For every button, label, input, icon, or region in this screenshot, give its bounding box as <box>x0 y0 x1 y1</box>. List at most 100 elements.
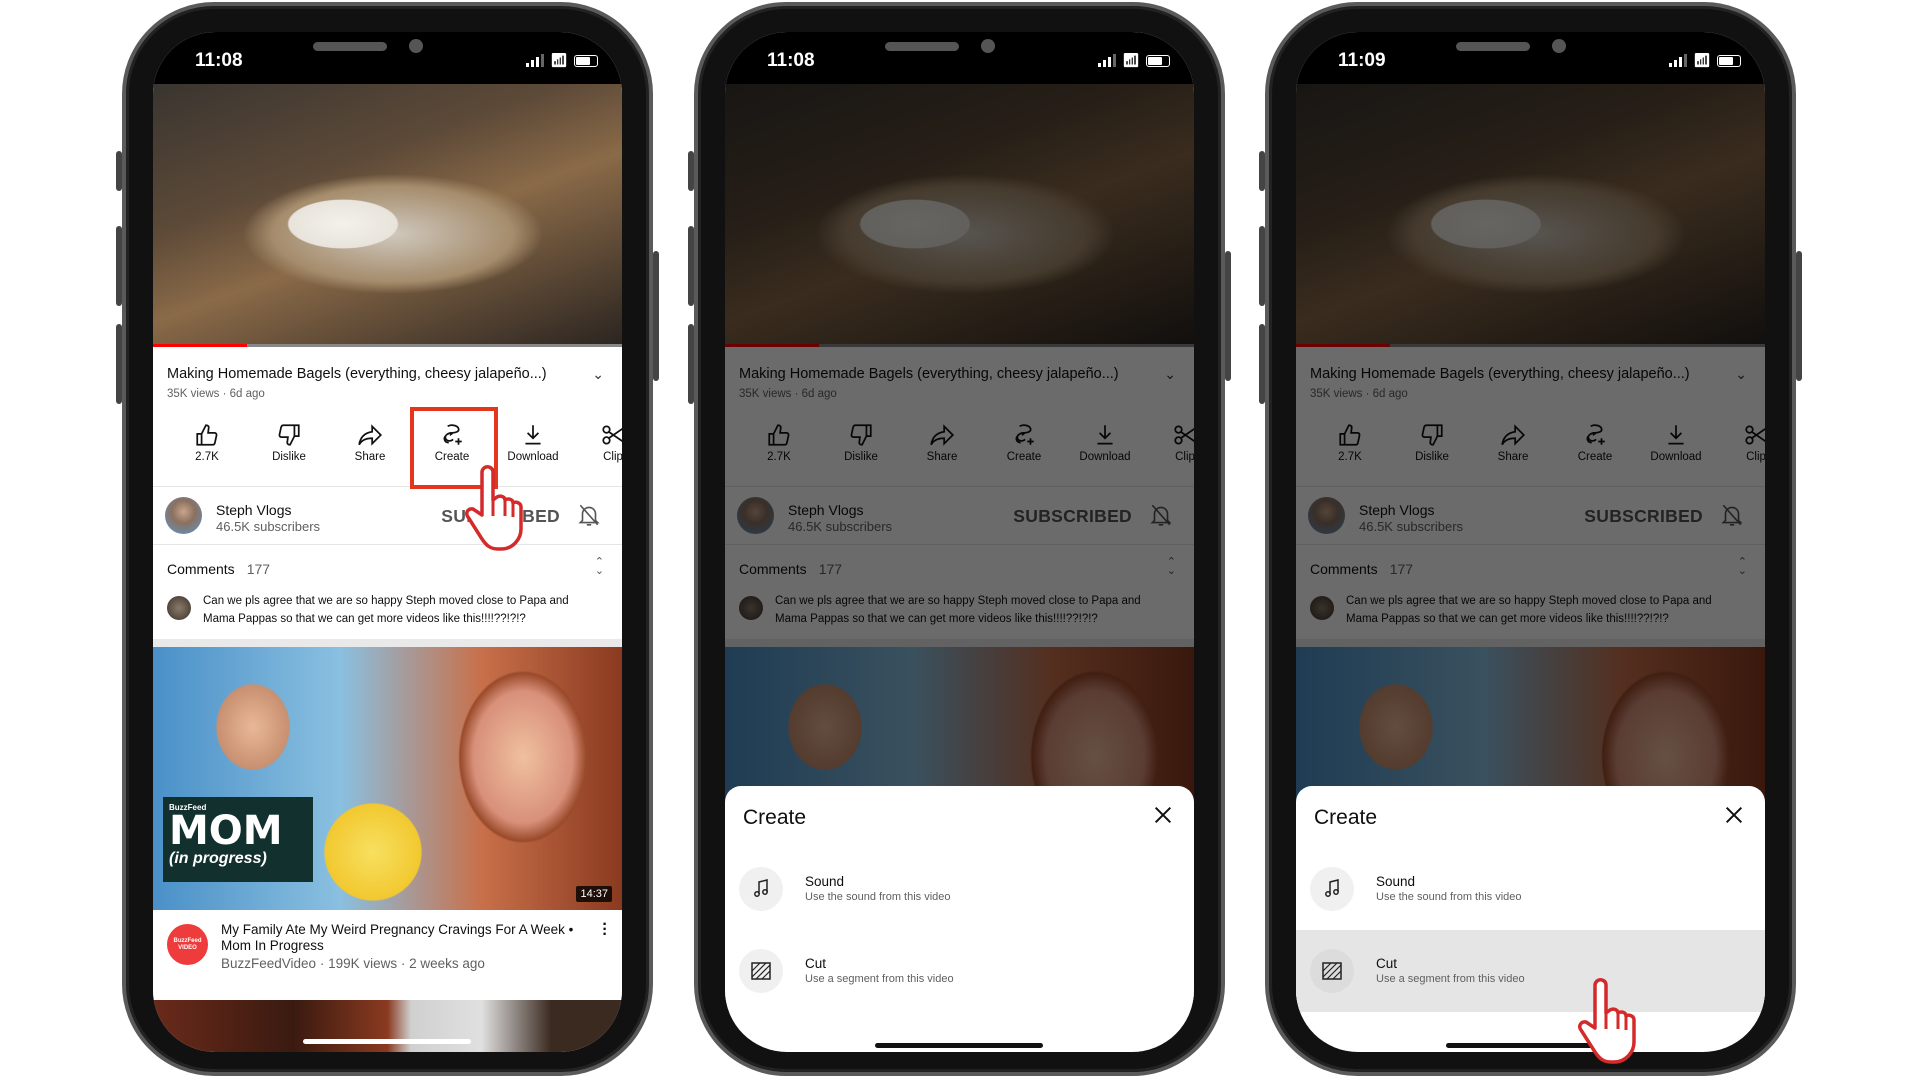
expand-chevron-icon[interactable]: ⌄ <box>592 366 604 383</box>
action-bar: 2.7KDislikeShareCreateDownloadClip <box>153 420 622 486</box>
sheet-item-desc: Use the sound from this video <box>1376 891 1522 903</box>
signal-icon <box>526 54 545 67</box>
sheet-item-desc: Use a segment from this video <box>805 973 954 985</box>
progress-bar[interactable] <box>153 344 247 347</box>
status-bar: 11:08 📶︎ <box>153 32 622 84</box>
mute-switch <box>1259 151 1265 191</box>
cut-segment-icon <box>1322 962 1342 980</box>
thumbs-down-icon <box>278 424 300 446</box>
battery-icon <box>574 54 598 67</box>
close-icon[interactable] <box>1723 804 1745 826</box>
bell-off-icon[interactable] <box>576 502 602 528</box>
volume-down-button <box>688 324 694 404</box>
comments-label: Comments <box>167 561 235 577</box>
action-download-button[interactable]: Download <box>493 420 573 463</box>
wifi-icon: 📶︎ <box>1122 52 1140 68</box>
music-note-icon <box>754 879 768 897</box>
sheet-item-sound[interactable]: Sound Use the sound from this video <box>725 848 1194 930</box>
volume-up-button <box>688 226 694 306</box>
next-thumbnail[interactable] <box>153 1000 622 1052</box>
battery-icon <box>1717 54 1741 67</box>
commenter-avatar <box>167 596 191 620</box>
sheet-item-cut[interactable]: Cut Use a segment from this video <box>725 930 1194 1012</box>
channel-subscribers: 46.5K subscribers <box>216 519 321 534</box>
sheet-item-label: Sound <box>1376 874 1416 889</box>
action-dislike-button[interactable]: Dislike <box>249 420 329 463</box>
camera <box>981 39 995 53</box>
channel-avatar[interactable] <box>165 497 202 534</box>
phone-3: 11:09 📶︎ Making Homemade Bagels (everyth… <box>1259 2 1802 1076</box>
download-icon <box>525 425 541 445</box>
recommended-meta: BuzzFeedVideo · 199K views · 2 weeks ago <box>221 956 485 971</box>
music-note-icon <box>1325 879 1339 897</box>
mute-switch <box>688 151 694 191</box>
wifi-icon: 📶︎ <box>550 52 568 68</box>
duration-badge: 14:37 <box>576 886 612 902</box>
sheet-title: Create <box>743 806 807 829</box>
close-icon[interactable] <box>1152 804 1174 826</box>
channel-name[interactable]: Steph Vlogs <box>216 502 292 518</box>
video-meta: 35K views · 6d ago <box>167 388 265 400</box>
scissors-icon <box>602 425 622 445</box>
status-icons: 📶︎ <box>526 52 598 69</box>
divider <box>153 486 622 487</box>
clock: 11:09 <box>1338 50 1386 71</box>
sheet-item-sound[interactable]: Sound Use the sound from this video <box>1296 848 1765 930</box>
phone-screen: 11:08 📶︎ Making Homemade Bagels (everyth… <box>725 32 1194 1052</box>
divider <box>153 544 622 545</box>
buzzfeed-avatar[interactable]: BuzzFeedVIDEO <box>167 924 208 965</box>
mute-switch <box>116 151 122 191</box>
sheet-title: Create <box>1314 806 1378 829</box>
mom-in-progress-logo: BuzzFeedMOM(in progress) <box>163 797 313 882</box>
action-share-button[interactable]: Share <box>330 420 410 463</box>
sheet-item-label: Cut <box>805 956 827 971</box>
phone-2: 11:08 📶︎ Making Homemade Bagels (everyth… <box>688 2 1231 1076</box>
clock: 11:08 <box>767 50 815 71</box>
signal-icon <box>1669 54 1688 67</box>
action-27k-button[interactable]: 2.7K <box>167 420 247 463</box>
recommended-thumbnail[interactable]: BuzzFeedMOM(in progress) 14:37 <box>153 647 622 910</box>
status-bar: 11:09 📶︎ <box>1296 32 1765 84</box>
volume-down-button <box>1259 324 1265 404</box>
sheet-item-desc: Use a segment from this video <box>1376 973 1525 985</box>
phone-screen: 11:09 📶︎ Making Homemade Bagels (everyth… <box>1296 32 1765 1052</box>
signal-icon <box>1098 54 1117 67</box>
hand-pointer-cursor-icon <box>465 465 523 551</box>
power-button <box>1225 251 1231 381</box>
cut-segment-icon-wrap <box>1310 949 1354 993</box>
action-clip-button[interactable]: Clip <box>573 420 622 463</box>
sheet-item-desc: Use the sound from this video <box>805 891 951 903</box>
video-player[interactable] <box>153 84 622 347</box>
expand-comments-icon[interactable]: ⌃⌄ <box>595 557 604 577</box>
sheet-item-label: Cut <box>1376 956 1398 971</box>
volume-down-button <box>116 324 122 404</box>
battery-icon <box>1146 54 1170 67</box>
camera <box>1552 39 1566 53</box>
cut-segment-icon-wrap <box>739 949 783 993</box>
create-sheet: Create Sound Use the sound from this vid… <box>1296 786 1765 1052</box>
section-gap <box>153 639 622 647</box>
music-note-icon-wrap <box>1310 867 1354 911</box>
top-comment[interactable]: Can we pls agree that we are so happy St… <box>203 592 603 628</box>
share-icon <box>358 424 383 446</box>
camera <box>409 39 423 53</box>
volume-up-button <box>1259 226 1265 306</box>
home-indicator[interactable] <box>875 1043 1043 1048</box>
video-title[interactable]: Making Homemade Bagels (everything, chee… <box>167 366 577 382</box>
more-options-icon[interactable]: ··· <box>602 917 608 943</box>
status-icons: 📶︎ <box>1669 52 1741 69</box>
sheet-item-label: Sound <box>805 874 845 889</box>
hand-pointer-cursor-icon <box>1578 978 1636 1064</box>
create-sheet: Create Sound Use the sound from this vid… <box>725 786 1194 1052</box>
speaker <box>313 42 387 51</box>
sheet-item-cut[interactable]: Cut Use a segment from this video <box>1296 930 1765 1012</box>
recommended-info: BuzzFeedVIDEO My Family Ate My Weird Pre… <box>153 910 622 1000</box>
home-indicator[interactable] <box>303 1039 471 1044</box>
power-button <box>653 251 659 381</box>
tap-cursor-3 <box>1575 975 1655 1065</box>
phone-screen: 11:08 📶︎ Making Homemade Bagels (everyth… <box>153 32 622 1052</box>
comments-header[interactable]: Comments 177 <box>167 561 270 577</box>
status-icons: 📶︎ <box>1098 52 1170 69</box>
music-note-icon-wrap <box>739 867 783 911</box>
recommended-title[interactable]: My Family Ate My Weird Pregnancy Craving… <box>221 922 581 954</box>
